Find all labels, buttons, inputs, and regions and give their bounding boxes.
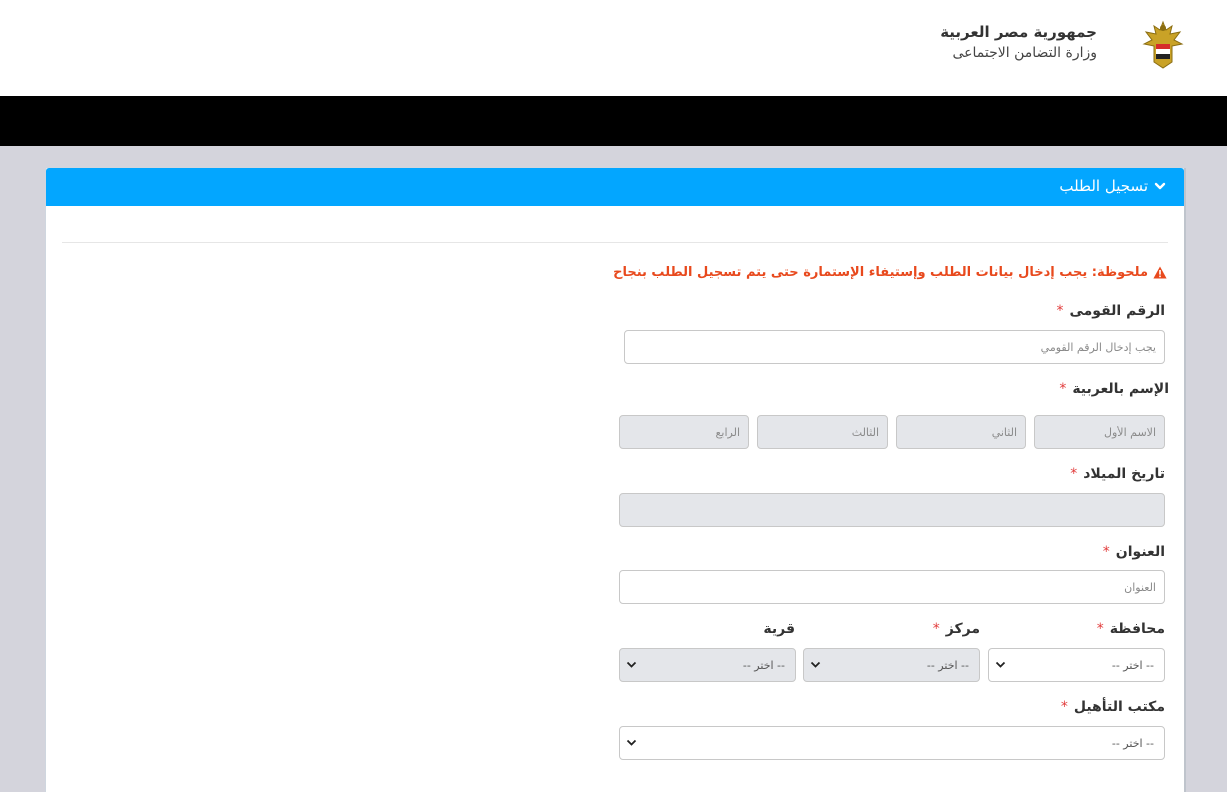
chevron-down-icon — [626, 661, 637, 668]
required-mark: * — [1096, 621, 1104, 637]
required-mark: * — [1059, 381, 1067, 397]
required-mark: * — [1070, 466, 1078, 482]
panel-title-text: تسجيل الطلب — [1059, 177, 1148, 195]
village-selected: -- اختر -- — [742, 658, 785, 672]
chevron-down-icon — [995, 661, 1006, 668]
panel-scroll-edge — [1184, 168, 1186, 792]
address-label: العنوان * — [1103, 544, 1165, 560]
warning-icon — [1153, 266, 1167, 279]
governorate-selected: -- اختر -- — [1111, 658, 1154, 672]
chevron-down-icon — [810, 661, 821, 668]
required-mark: * — [1060, 699, 1068, 715]
national-id-input[interactable] — [624, 330, 1165, 364]
site-header: جمهورية مصر العربية وزارة التضامن الاجتم… — [0, 0, 1227, 96]
arabic-name-label-text: الإسم بالعربية — [1072, 381, 1169, 397]
national-id-label: الرقم القومى * — [1056, 303, 1165, 319]
divider — [62, 242, 1168, 243]
district-select[interactable]: -- اختر -- — [803, 648, 980, 682]
chevron-down-icon — [1154, 182, 1166, 190]
governorate-label: محافظة * — [1097, 621, 1165, 637]
required-mark: * — [932, 621, 940, 637]
rehab-office-select[interactable]: -- اختر -- — [619, 726, 1165, 760]
address-label-text: العنوان — [1115, 544, 1165, 560]
eagle-emblem-icon — [1142, 20, 1184, 69]
navbar — [0, 96, 1227, 146]
rehab-office-label: مكتب التأهيل * — [1061, 699, 1165, 715]
address-input[interactable] — [619, 570, 1165, 604]
fourth-name-input[interactable] — [619, 415, 749, 449]
header-subtitle: وزارة التضامن الاجتماعى — [952, 45, 1097, 61]
birth-date-label: تاريخ الميلاد * — [1070, 466, 1165, 482]
governorate-select[interactable]: -- اختر -- — [988, 648, 1165, 682]
second-name-input[interactable] — [896, 415, 1026, 449]
arabic-name-label: الإسم بالعربية * — [1059, 381, 1169, 397]
registration-panel: تسجيل الطلب ملحوظة: يجب إدخال بيانات الط… — [45, 167, 1185, 792]
village-label: قرية — [763, 621, 795, 637]
district-label: مركز * — [933, 621, 980, 637]
required-mark: * — [1056, 303, 1064, 319]
note-message: ملحوظة: يجب إدخال بيانات الطلب وإستيفاء … — [613, 265, 1167, 280]
village-label-text: قرية — [763, 621, 795, 637]
note-text: ملحوظة: يجب إدخال بيانات الطلب وإستيفاء … — [613, 265, 1148, 280]
chevron-down-icon — [626, 739, 637, 746]
birth-date-input[interactable] — [619, 493, 1165, 527]
first-name-input[interactable] — [1034, 415, 1165, 449]
governorate-label-text: محافظة — [1109, 621, 1165, 637]
birth-date-label-text: تاريخ الميلاد — [1083, 466, 1165, 482]
header-title: جمهورية مصر العربية — [940, 23, 1097, 41]
panel-title[interactable]: تسجيل الطلب — [1059, 177, 1166, 195]
national-id-label-text: الرقم القومى — [1069, 303, 1165, 319]
district-selected: -- اختر -- — [926, 658, 969, 672]
rehab-office-selected: -- اختر -- — [1111, 736, 1154, 750]
district-label-text: مركز — [945, 621, 980, 637]
rehab-office-label-text: مكتب التأهيل — [1073, 699, 1165, 715]
village-select[interactable]: -- اختر -- — [619, 648, 796, 682]
panel-heading[interactable]: تسجيل الطلب — [46, 168, 1184, 206]
third-name-input[interactable] — [757, 415, 888, 449]
required-mark: * — [1102, 544, 1110, 560]
